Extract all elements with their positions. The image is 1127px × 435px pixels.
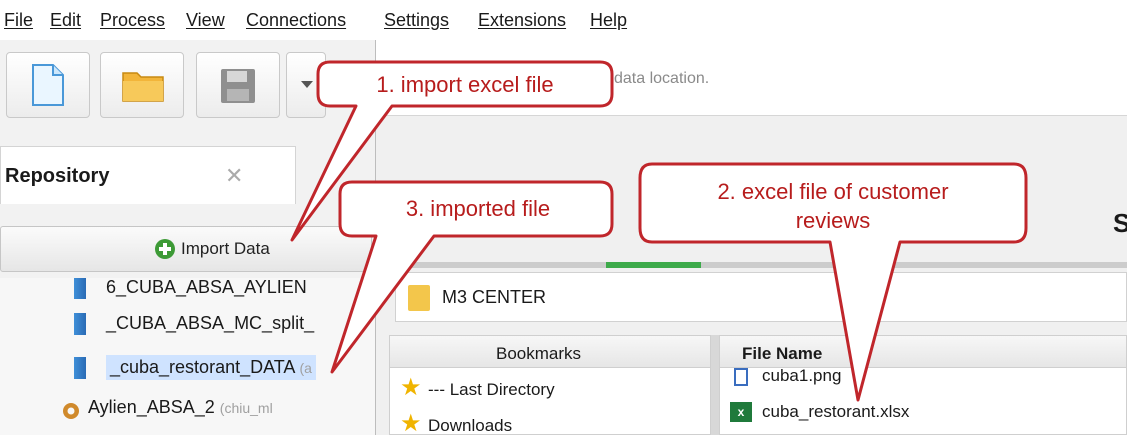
bookmarks-header-label: Bookmarks xyxy=(496,344,582,363)
import-data-button[interactable]: Import Data xyxy=(0,226,372,272)
repository-tree: 6_CUBA_ABSA_AYLIEN _CUBA_ABSA_MC_split_ … xyxy=(0,278,375,435)
import-data-label: Import Data xyxy=(181,239,270,258)
file-name: cuba_restorant.xlsx xyxy=(762,402,910,421)
bookmark-label: Downloads xyxy=(428,416,513,435)
menu-settings[interactable]: Settings xyxy=(384,10,449,31)
tree-item[interactable]: Aylien_ABSA_2 (chiu_ml xyxy=(0,390,375,426)
file-name: cuba1.png xyxy=(762,366,842,385)
bookmarks-header[interactable]: Bookmarks xyxy=(390,336,710,368)
menu-extensions[interactable]: Extensions xyxy=(478,10,566,31)
repository-title: Repository xyxy=(5,165,110,187)
close-icon[interactable]: ✕ xyxy=(225,163,243,189)
hint-bar: data location. xyxy=(376,40,1127,116)
step-title-fragment: S xyxy=(1113,208,1127,238)
tab-repository[interactable]: Repository ✕ xyxy=(0,146,296,204)
bookmark-label: --- Last Directory xyxy=(428,380,555,399)
save-process-button[interactable] xyxy=(196,52,280,118)
file-list-panel: File Name cuba1.png x cuba_restorant.xls… xyxy=(719,335,1127,435)
bookmark-item[interactable]: ★ --- Last Directory xyxy=(390,374,710,404)
save-options-dropdown[interactable] xyxy=(286,52,326,118)
gear-icon xyxy=(63,403,79,419)
tree-item[interactable]: 6_CUBA_ABSA_AYLIEN xyxy=(0,278,375,306)
tree-item-label: 6_CUBA_ABSA_AYLIEN xyxy=(106,278,307,297)
bookmark-item[interactable]: ★ Downloads xyxy=(390,410,710,435)
data-icon xyxy=(74,357,86,379)
chevron-down-icon xyxy=(301,81,313,88)
menu-bar: File Edit Process View Connections Setti… xyxy=(0,0,1127,40)
data-icon xyxy=(74,313,86,335)
floppy-disk-icon xyxy=(221,69,255,103)
tree-item-label: _cuba_restorant_DATA (a xyxy=(106,355,316,380)
menu-process[interactable]: Process xyxy=(100,10,165,31)
menu-connections[interactable]: Connections xyxy=(246,10,346,31)
tree-item-label: _CUBA_ABSA_MC_split_ xyxy=(106,313,315,333)
hint-text: data location. xyxy=(614,70,710,87)
menu-help[interactable]: Help xyxy=(590,10,627,31)
current-directory-field[interactable]: M3 CENTER xyxy=(395,272,1127,322)
tree-item-selected[interactable]: _cuba_restorant_DATA (a xyxy=(0,350,375,386)
star-icon: ★ xyxy=(400,374,422,401)
folder-icon xyxy=(408,285,430,311)
tree-item-suffix: (a xyxy=(299,360,312,376)
star-icon: ★ xyxy=(400,410,422,435)
tree-item-label: Aylien_ABSA_2 (chiu_ml xyxy=(88,397,273,417)
new-document-icon xyxy=(32,64,64,106)
wizard-progress-fill xyxy=(606,262,701,268)
current-directory-label: M3 CENTER xyxy=(442,287,547,307)
image-file-icon xyxy=(734,368,748,386)
excel-file-icon: x xyxy=(730,402,752,422)
menu-view[interactable]: View xyxy=(186,10,225,31)
panel-splitter[interactable] xyxy=(711,335,719,435)
plus-circle-icon xyxy=(155,239,175,259)
wizard-progress-track xyxy=(376,262,1127,268)
bookmarks-panel: Bookmarks ★ --- Last Directory ★ Downloa… xyxy=(389,335,711,435)
menu-edit[interactable]: Edit xyxy=(50,10,81,31)
data-icon xyxy=(74,278,86,299)
open-process-button[interactable] xyxy=(100,52,184,118)
tree-item[interactable]: _CUBA_ABSA_MC_split_ xyxy=(0,306,375,342)
new-process-button[interactable] xyxy=(6,52,90,118)
folder-icon xyxy=(122,72,164,102)
file-name-header-label: File Name xyxy=(742,344,823,363)
file-row[interactable]: x cuba_restorant.xlsx xyxy=(720,394,1126,424)
file-row[interactable]: cuba1.png xyxy=(720,364,1126,394)
menu-file[interactable]: File xyxy=(4,10,33,31)
tree-item-suffix: (chiu_ml xyxy=(219,400,273,416)
